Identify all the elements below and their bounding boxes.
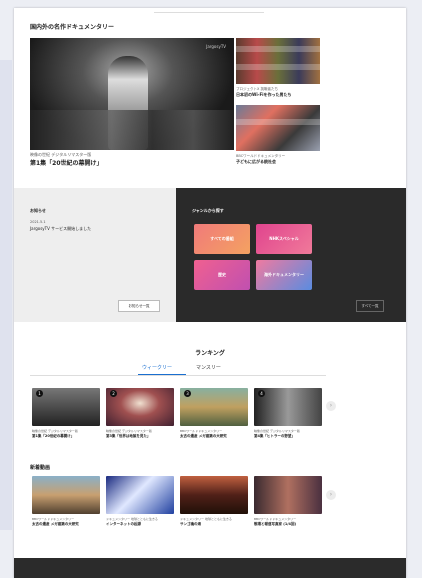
news-label: お知らせ [30,208,46,213]
featured-main-thumbnail[interactable]: JargosyTV [30,38,234,150]
rank-badge: 2 [110,390,117,397]
news-date: 2021.5.1 [30,220,46,224]
new-video-title[interactable]: サンゴ礁の海 [180,522,252,527]
tab-weekly[interactable]: ウィークリー [142,364,172,371]
watermark: JargosyTV [206,44,226,49]
rank-badge: 4 [258,390,265,397]
footer [14,558,406,578]
new-video-title[interactable]: インターネットの起源 [106,522,178,527]
new-video-card-4[interactable] [254,476,322,514]
genre-label: ジャンルから探す [192,208,224,213]
ranking-title-text[interactable]: 太古の遺産 メガ建築の大研究 [180,434,252,439]
new-videos-title: 新着動画 [30,465,51,471]
ranking-card-2[interactable]: 2 [106,388,174,426]
ranking-series: 映像の世紀 デジタルリマスター版 [254,429,300,433]
genre-panel: ジャンルから探す すべての番組 NHKスペシャル 歴史 海外ドキュメンタリー す… [176,188,406,322]
new-video-series: BBCワールドドキュメンタリー [254,517,297,521]
ranking-card-3[interactable]: 3 [180,388,248,426]
ranking-title-text[interactable]: 第3集「世界は地獄を見た」 [106,434,178,439]
ranking-title-text[interactable]: 第4集「ヒトラーの野望」 [254,434,326,439]
ranking-series: BBCワールドドキュメンタリー [180,429,223,433]
featured-section-title: 国内外の名作ドキュメンタリー [30,24,115,31]
featured-side-title-1[interactable]: 日本初のWi-Fiを作った男たち [236,92,292,98]
tab-active-indicator [138,374,186,375]
ranking-next-arrow-icon[interactable]: › [326,401,336,411]
genre-tile-overseas[interactable]: 海外ドキュメンタリー [256,260,312,290]
ranking-series: 映像の世紀 デジタルリマスター版 [32,429,78,433]
new-videos-next-arrow-icon[interactable]: › [326,490,336,500]
new-video-title[interactable]: 太古の遺産 メガ建築の大研究 [32,522,104,527]
ranking-series: 映像の世紀 デジタルリマスター版 [106,429,152,433]
new-video-series: ドキュメンタリー 地球とともに生きる [180,517,232,521]
new-video-card-2[interactable] [106,476,174,514]
news-text[interactable]: JargosyTV サービス開始しました [30,226,91,232]
page: 国内外の名作ドキュメンタリー JargosyTV 映像の世紀 デジタルリマスター… [14,8,406,578]
genre-tile-nhk-special[interactable]: NHKスペシャル [256,224,312,254]
genre-more-button[interactable]: すべて一覧 [356,300,384,312]
genre-tile-history[interactable]: 歴史 [194,260,250,290]
news-panel: お知らせ 2021.5.1 JargosyTV サービス開始しました お知らせ一… [14,188,176,322]
featured-side-thumbnail-2[interactable] [236,105,320,151]
new-video-series: BBCワールドドキュメンタリー [32,517,75,521]
new-video-card-3[interactable] [180,476,248,514]
tab-monthly[interactable]: マンスリー [196,364,221,371]
ranking-title: ランキング [195,350,225,357]
new-video-title[interactable]: 戦場と報道写真家 (1/4回) [254,522,326,527]
new-video-series: ドキュメンタリー 地球とともに生きる [106,517,158,521]
ranking-card-4[interactable]: 4 [254,388,322,426]
featured-side-title-2[interactable]: 子どもに広がる銃社会 [236,159,276,165]
left-background-strip [0,60,12,530]
tab-divider [30,375,326,376]
rank-badge: 1 [36,390,43,397]
top-divider [154,12,264,13]
featured-side-thumbnail-1[interactable] [236,38,320,84]
rank-badge: 3 [184,390,191,397]
ranking-title-text[interactable]: 第1集「20世紀の幕開け」 [32,434,104,439]
genre-tile-all[interactable]: すべての番組 [194,224,250,254]
ranking-card-1[interactable]: 1 [32,388,100,426]
new-video-card-1[interactable] [32,476,100,514]
news-more-button[interactable]: お知らせ一覧 [118,300,160,312]
featured-main-title[interactable]: 第1集「20世紀の幕開け」 [30,158,103,167]
